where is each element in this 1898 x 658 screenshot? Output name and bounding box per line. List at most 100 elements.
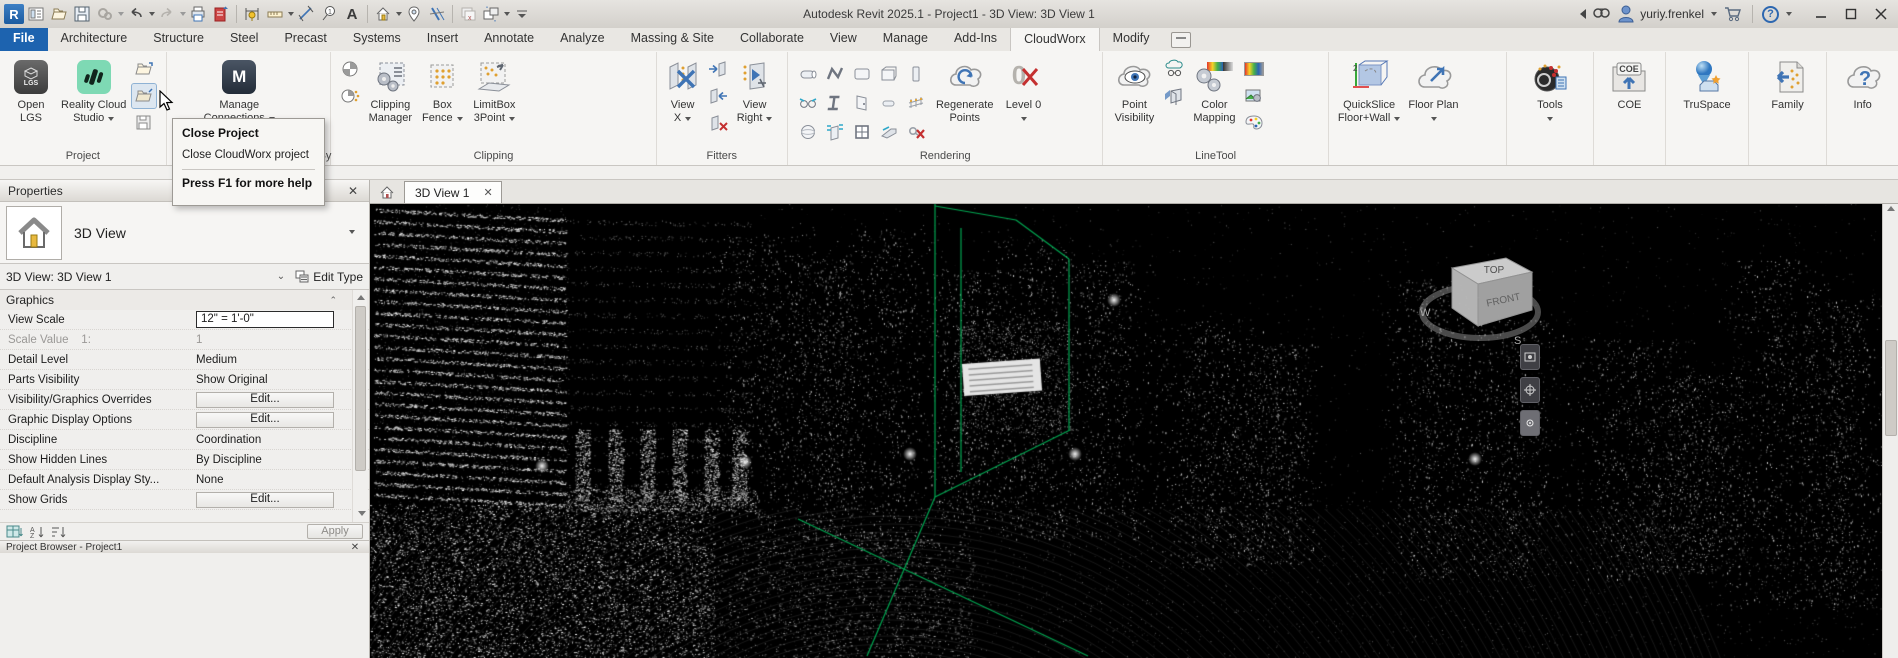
- box-fence-button[interactable]: Box Fence: [416, 55, 468, 127]
- ribbon-tab[interactable]: Modify: [1100, 27, 1163, 51]
- fit-steel-icon[interactable]: [822, 88, 849, 117]
- limitbox-dropdown-icon[interactable]: [509, 117, 515, 121]
- level0-button[interactable]: 0 Level 0: [997, 55, 1049, 127]
- tag-icon[interactable]: 1: [318, 3, 340, 25]
- open-icon[interactable]: [48, 3, 70, 25]
- help-dropdown-icon[interactable]: [1786, 12, 1792, 16]
- sync-dropdown-icon[interactable]: [118, 12, 124, 16]
- fit-column-icon[interactable]: [903, 59, 930, 88]
- minimize-button[interactable]: [1808, 4, 1834, 24]
- view-tab-3d-view-1[interactable]: 3D View 1 ✕: [404, 181, 502, 203]
- fit-truss-icon[interactable]: [903, 88, 930, 117]
- scroll-up-icon[interactable]: [354, 291, 367, 304]
- infocenter-collapse-icon[interactable]: [1580, 9, 1586, 19]
- ribbon-tab[interactable]: Systems: [340, 27, 414, 51]
- ribbon-tab[interactable]: CloudWorx: [1010, 27, 1100, 51]
- open-lgs-button[interactable]: LGS Open LGS: [5, 55, 57, 127]
- undo-dropdown-icon[interactable]: [149, 12, 155, 16]
- type-selector[interactable]: 3D View: [0, 202, 369, 264]
- measure-icon[interactable]: [264, 3, 286, 25]
- marker-icon[interactable]: [403, 3, 425, 25]
- user-avatar-icon[interactable]: [1618, 5, 1634, 23]
- properties-palette-icon[interactable]: [25, 3, 47, 25]
- fit-duct-icon[interactable]: [822, 117, 849, 146]
- fit-window-icon[interactable]: [849, 117, 876, 146]
- coe-button[interactable]: COE COE: [1603, 55, 1655, 114]
- property-row[interactable]: Visibility/Graphics Overrides Edit...: [0, 390, 369, 410]
- tools-button[interactable]: Tools: [1524, 55, 1576, 127]
- text-icon[interactable]: A: [341, 3, 363, 25]
- floor-plan-dropdown-icon[interactable]: [1431, 117, 1437, 121]
- ribbon-tab[interactable]: Massing & Site: [618, 27, 727, 51]
- open-project-icon[interactable]: [132, 57, 156, 81]
- clipping-manager-button[interactable]: Clipping Manager: [364, 55, 416, 127]
- ribbon-tab[interactable]: Add-Ins: [941, 27, 1010, 51]
- project-browser-close-icon[interactable]: ✕: [347, 542, 363, 553]
- truspace-pano-button[interactable]: [1520, 344, 1540, 370]
- revit-logo-icon[interactable]: R: [4, 4, 24, 24]
- level0-dropdown-icon[interactable]: [1021, 117, 1027, 121]
- instance-dropdown-icon[interactable]: ⌄: [277, 271, 285, 282]
- clip-sphere-points-icon[interactable]: [338, 84, 362, 108]
- save-icon[interactable]: [71, 3, 93, 25]
- property-row[interactable]: Show Hidden Lines By Discipline: [0, 450, 369, 470]
- limitbox-3point-button[interactable]: LimitBox 3Point: [468, 55, 520, 127]
- truspace-locate-button[interactable]: [1520, 377, 1540, 403]
- fit-wall-icon[interactable]: [849, 59, 876, 88]
- properties-scroll-thumb[interactable]: [355, 306, 366, 471]
- section-remove-icon[interactable]: [706, 111, 730, 135]
- ribbon-tab[interactable]: Manage: [870, 27, 941, 51]
- search-icon[interactable]: [1592, 5, 1612, 23]
- reality-cloud-studio-button[interactable]: Reality Cloud Studio: [57, 55, 130, 127]
- home-dropdown-icon[interactable]: [396, 12, 402, 16]
- property-row[interactable]: Scale Value 1: 1: [0, 330, 369, 350]
- help-icon[interactable]: ?: [1762, 6, 1779, 23]
- user-name[interactable]: yuriy.frenkel: [1640, 7, 1704, 21]
- print-icon[interactable]: [187, 3, 209, 25]
- rcs-dropdown-icon[interactable]: [108, 117, 114, 121]
- save-project-icon[interactable]: [132, 111, 156, 135]
- point-cloud-canvas[interactable]: [370, 204, 1898, 658]
- manage-connections-button[interactable]: M Manage Connections: [200, 55, 279, 127]
- aligned-dimension-icon[interactable]: [295, 3, 317, 25]
- fit-disconnect-icon[interactable]: [903, 117, 930, 146]
- user-dropdown-icon[interactable]: [1711, 12, 1717, 16]
- clip-sphere-icon[interactable]: [338, 57, 362, 81]
- fit-door-icon[interactable]: [849, 88, 876, 117]
- undo-icon[interactable]: [125, 3, 147, 25]
- sort-list-icon[interactable]: [50, 525, 68, 539]
- image-gear-icon[interactable]: [1242, 84, 1266, 108]
- type-selector-dropdown-icon[interactable]: [349, 230, 355, 234]
- fit-sphere-icon[interactable]: [795, 117, 822, 146]
- switch-windows-icon[interactable]: [480, 3, 502, 25]
- ribbon-tab[interactable]: Annotate: [471, 27, 547, 51]
- floor-plan-button[interactable]: Floor Plan: [1404, 55, 1462, 127]
- cloud-box-icon[interactable]: [1162, 84, 1186, 108]
- quickslice-dropdown-icon[interactable]: [1394, 117, 1400, 121]
- properties-close-icon[interactable]: ✕: [345, 184, 361, 198]
- property-row[interactable]: View Scale 12" = 1'-0": [0, 310, 369, 330]
- section-push-icon[interactable]: [706, 57, 730, 81]
- view-x-dropdown-icon[interactable]: [685, 117, 691, 121]
- view-home-icon[interactable]: [376, 182, 398, 202]
- ribbon-tab[interactable]: File: [0, 27, 48, 51]
- fit-pipe-icon[interactable]: [795, 59, 822, 88]
- redo-dropdown-icon[interactable]: [180, 12, 186, 16]
- ribbon-tab[interactable]: Structure: [140, 27, 217, 51]
- viewcube[interactable]: TOP FRONT W S: [1418, 240, 1550, 352]
- close-project-icon[interactable]: [132, 84, 156, 108]
- sort-table-icon[interactable]: [6, 525, 24, 539]
- fit-ramp-icon[interactable]: [876, 117, 903, 146]
- switch-windows-dropdown-icon[interactable]: [504, 12, 510, 16]
- view-right-button[interactable]: View Right: [732, 55, 778, 127]
- gradient-square-icon[interactable]: [1242, 57, 1266, 81]
- fit-box-icon[interactable]: [876, 59, 903, 88]
- property-row[interactable]: Show Grids Edit...: [0, 490, 369, 510]
- sort-az-icon[interactable]: AZ: [28, 525, 46, 539]
- property-row[interactable]: Default Analysis Display Sty... None: [0, 470, 369, 490]
- ribbon-tab[interactable]: Architecture: [48, 27, 141, 51]
- view-x-button[interactable]: View X: [662, 55, 704, 127]
- viewport-scroll-up-icon[interactable]: [1883, 206, 1898, 211]
- quickslice-floor-wall-button[interactable]: 2 QuickSlice Floor+Wall: [1334, 55, 1405, 127]
- project-browser-header[interactable]: Project Browser - Project1 ✕: [0, 540, 369, 553]
